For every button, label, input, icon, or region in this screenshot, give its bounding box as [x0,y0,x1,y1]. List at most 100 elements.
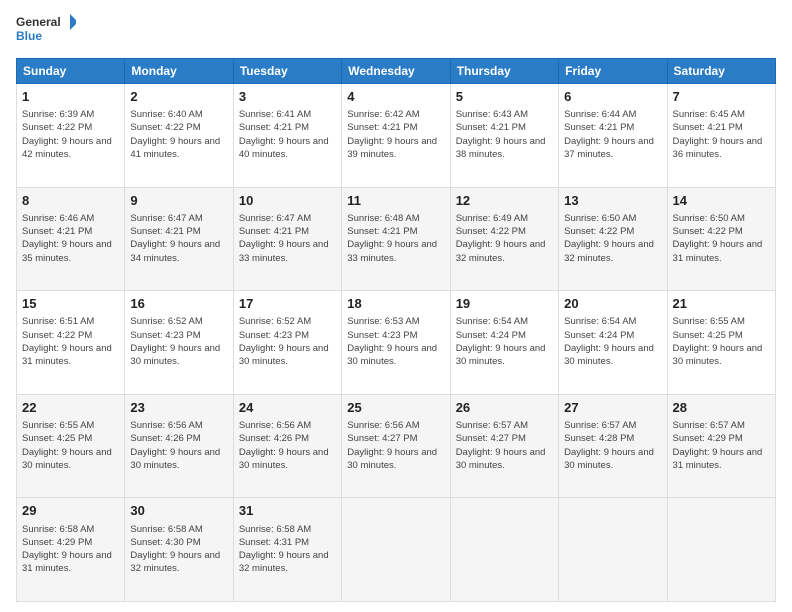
day-info: Sunrise: 6:56 AMSunset: 4:26 PMDaylight:… [239,419,336,472]
cell-week1-day3: 4Sunrise: 6:42 AMSunset: 4:21 PMDaylight… [342,84,450,188]
header-friday: Friday [559,59,667,84]
cell-week3-day1: 16 Sunrise: 6:52 AMSunset: 4:23 PMDayligh… [125,291,233,395]
day-info: Sunrise: 6:53 AMSunset: 4:23 PMDaylight:… [347,315,444,368]
cell-week5-day2: 31 Sunrise: 6:58 AMSunset: 4:31 PMDayligh… [233,498,341,602]
day-number: 5 [456,88,553,106]
day-info: Sunrise: 6:45 AMSunset: 4:21 PMDaylight:… [673,108,770,161]
day-info: Sunrise: 6:55 AMSunset: 4:25 PMDaylight:… [673,315,770,368]
day-number: 21 [673,295,770,313]
cell-week2-day6: 14Sunrise: 6:50 AMSunset: 4:22 PMDayligh… [667,187,775,291]
cell-week2-day4: 12Sunrise: 6:49 AMSunset: 4:22 PMDayligh… [450,187,558,291]
header-wednesday: Wednesday [342,59,450,84]
week-row-1: 1Sunrise: 6:39 AMSunset: 4:22 PMDaylight… [17,84,776,188]
day-number: 16 [130,295,227,313]
cell-week1-day0: 1Sunrise: 6:39 AMSunset: 4:22 PMDaylight… [17,84,125,188]
day-info: Sunrise: 6:58 AMSunset: 4:31 PMDaylight:… [239,523,336,576]
day-info: Sunrise: 6:40 AMSunset: 4:22 PMDaylight:… [130,108,227,161]
day-info: Sunrise: 6:56 AMSunset: 4:26 PMDaylight:… [130,419,227,472]
day-info: Sunrise: 6:47 AMSunset: 4:21 PMDaylight:… [130,212,227,265]
day-info: Sunrise: 6:39 AMSunset: 4:22 PMDaylight:… [22,108,119,161]
day-number: 8 [22,192,119,210]
day-number: 28 [673,399,770,417]
day-number: 27 [564,399,661,417]
day-number: 22 [22,399,119,417]
day-number: 15 [22,295,119,313]
cell-week3-day2: 17 Sunrise: 6:52 AMSunset: 4:23 PMDayligh… [233,291,341,395]
day-info: Sunrise: 6:44 AMSunset: 4:21 PMDaylight:… [564,108,661,161]
day-number: 10 [239,192,336,210]
cell-week3-day0: 15 Sunrise: 6:51 AMSunset: 4:22 PMDayligh… [17,291,125,395]
cell-week2-day5: 13 Sunrise: 6:50 AMSunset: 4:22 PMDayligh… [559,187,667,291]
day-info: Sunrise: 6:42 AMSunset: 4:21 PMDaylight:… [347,108,444,161]
day-info: Sunrise: 6:52 AMSunset: 4:23 PMDaylight:… [130,315,227,368]
cell-week1-day5: 6 Sunrise: 6:44 AMSunset: 4:21 PMDaylight… [559,84,667,188]
week-row-2: 8 Sunrise: 6:46 AMSunset: 4:21 PMDaylight… [17,187,776,291]
day-number: 2 [130,88,227,106]
cell-week2-day2: 10 Sunrise: 6:47 AMSunset: 4:21 PMDayligh… [233,187,341,291]
day-number: 30 [130,502,227,520]
day-info: Sunrise: 6:58 AMSunset: 4:30 PMDaylight:… [130,523,227,576]
cell-week4-day4: 26 Sunrise: 6:57 AMSunset: 4:27 PMDayligh… [450,394,558,498]
week-row-5: 29 Sunrise: 6:58 AMSunset: 4:29 PMDayligh… [17,498,776,602]
day-number: 12 [456,192,553,210]
day-info: Sunrise: 6:54 AMSunset: 4:24 PMDaylight:… [456,315,553,368]
cell-week5-day6 [667,498,775,602]
day-info: Sunrise: 6:47 AMSunset: 4:21 PMDaylight:… [239,212,336,265]
day-number: 9 [130,192,227,210]
cell-week3-day4: 19Sunrise: 6:54 AMSunset: 4:24 PMDayligh… [450,291,558,395]
header-tuesday: Tuesday [233,59,341,84]
svg-text:Blue: Blue [16,29,42,43]
cell-week4-day5: 27 Sunrise: 6:57 AMSunset: 4:28 PMDayligh… [559,394,667,498]
cell-week4-day3: 25Sunrise: 6:56 AMSunset: 4:27 PMDayligh… [342,394,450,498]
cell-week1-day4: 5 Sunrise: 6:43 AMSunset: 4:21 PMDaylight… [450,84,558,188]
day-info: Sunrise: 6:55 AMSunset: 4:25 PMDaylight:… [22,419,119,472]
calendar-table: SundayMondayTuesdayWednesdayThursdayFrid… [16,58,776,602]
cell-week2-day1: 9 Sunrise: 6:47 AMSunset: 4:21 PMDaylight… [125,187,233,291]
day-number: 11 [347,192,444,210]
day-number: 20 [564,295,661,313]
day-number: 13 [564,192,661,210]
day-info: Sunrise: 6:50 AMSunset: 4:22 PMDaylight:… [564,212,661,265]
day-number: 3 [239,88,336,106]
week-row-3: 15 Sunrise: 6:51 AMSunset: 4:22 PMDayligh… [17,291,776,395]
calendar-header-row: SundayMondayTuesdayWednesdayThursdayFrid… [17,59,776,84]
day-number: 23 [130,399,227,417]
cell-week3-day3: 18 Sunrise: 6:53 AMSunset: 4:23 PMDayligh… [342,291,450,395]
day-info: Sunrise: 6:41 AMSunset: 4:21 PMDaylight:… [239,108,336,161]
cell-week5-day5 [559,498,667,602]
day-number: 31 [239,502,336,520]
day-number: 17 [239,295,336,313]
day-info: Sunrise: 6:58 AMSunset: 4:29 PMDaylight:… [22,523,119,576]
cell-week1-day1: 2 Sunrise: 6:40 AMSunset: 4:22 PMDaylight… [125,84,233,188]
cell-week5-day4 [450,498,558,602]
day-info: Sunrise: 6:51 AMSunset: 4:22 PMDaylight:… [22,315,119,368]
day-info: Sunrise: 6:57 AMSunset: 4:29 PMDaylight:… [673,419,770,472]
header-thursday: Thursday [450,59,558,84]
cell-week4-day2: 24Sunrise: 6:56 AMSunset: 4:26 PMDayligh… [233,394,341,498]
day-number: 25 [347,399,444,417]
page: General Blue SundayMondayTuesdayWednesda… [0,0,792,612]
day-info: Sunrise: 6:46 AMSunset: 4:21 PMDaylight:… [22,212,119,265]
day-number: 6 [564,88,661,106]
day-info: Sunrise: 6:57 AMSunset: 4:28 PMDaylight:… [564,419,661,472]
day-number: 18 [347,295,444,313]
day-number: 7 [673,88,770,106]
day-info: Sunrise: 6:54 AMSunset: 4:24 PMDaylight:… [564,315,661,368]
day-number: 26 [456,399,553,417]
cell-week2-day0: 8 Sunrise: 6:46 AMSunset: 4:21 PMDaylight… [17,187,125,291]
cell-week4-day1: 23 Sunrise: 6:56 AMSunset: 4:26 PMDayligh… [125,394,233,498]
header: General Blue [16,12,776,48]
day-number: 29 [22,502,119,520]
cell-week5-day0: 29 Sunrise: 6:58 AMSunset: 4:29 PMDayligh… [17,498,125,602]
cell-week4-day6: 28 Sunrise: 6:57 AMSunset: 4:29 PMDayligh… [667,394,775,498]
day-info: Sunrise: 6:52 AMSunset: 4:23 PMDaylight:… [239,315,336,368]
cell-week5-day3 [342,498,450,602]
week-row-4: 22 Sunrise: 6:55 AMSunset: 4:25 PMDayligh… [17,394,776,498]
header-sunday: Sunday [17,59,125,84]
logo-svg: General Blue [16,12,76,48]
day-info: Sunrise: 6:43 AMSunset: 4:21 PMDaylight:… [456,108,553,161]
day-info: Sunrise: 6:57 AMSunset: 4:27 PMDaylight:… [456,419,553,472]
cell-week4-day0: 22 Sunrise: 6:55 AMSunset: 4:25 PMDayligh… [17,394,125,498]
cell-week5-day1: 30 Sunrise: 6:58 AMSunset: 4:30 PMDayligh… [125,498,233,602]
header-saturday: Saturday [667,59,775,84]
